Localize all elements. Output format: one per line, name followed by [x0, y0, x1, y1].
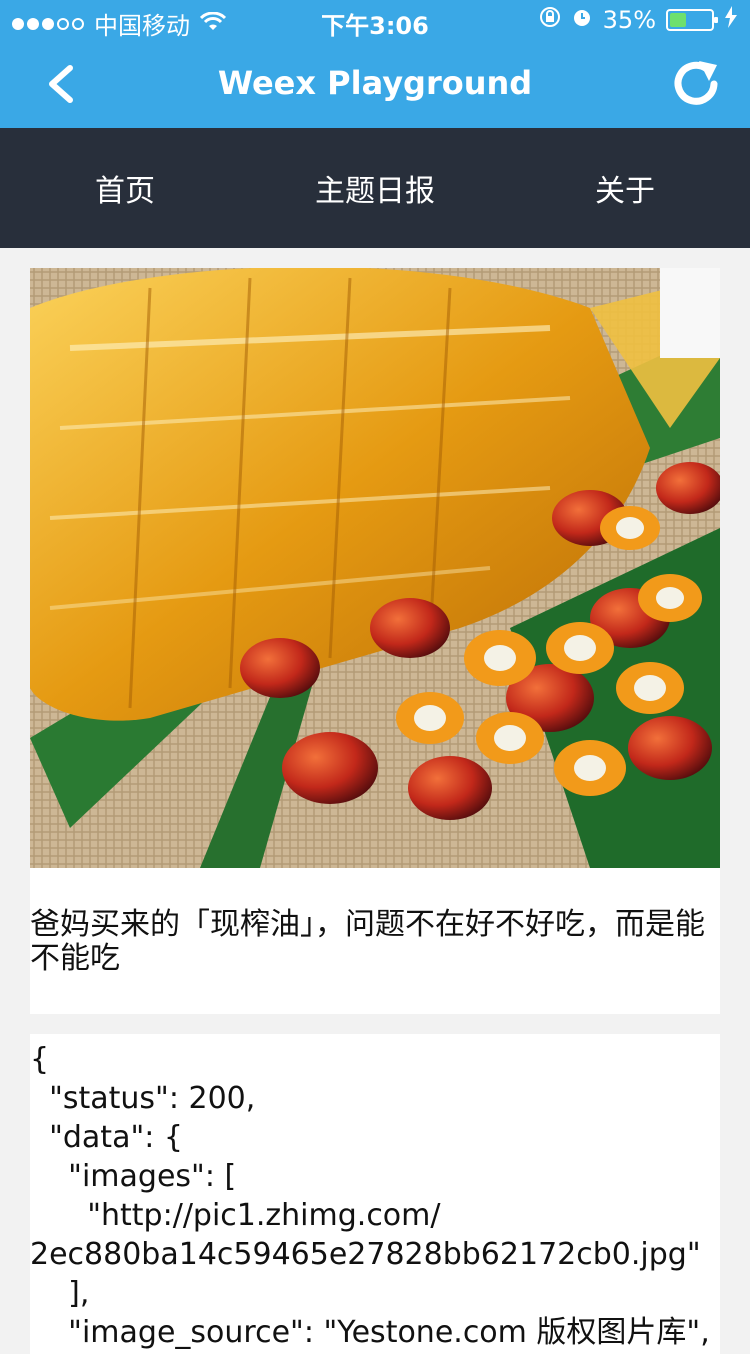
- tab-about[interactable]: 关于: [500, 128, 750, 248]
- tab-theme-daily[interactable]: 主题日报: [250, 128, 500, 248]
- alarm-icon: [571, 6, 593, 34]
- status-bar: 中国移动 下午3:06 35%: [0, 0, 750, 40]
- refresh-button[interactable]: [664, 52, 728, 116]
- json-response-text: { "status": 200, "data": { "images": [ "…: [30, 1042, 710, 1350]
- battery-icon: [666, 9, 718, 31]
- rotation-lock-icon: [539, 6, 561, 34]
- battery-percent: 35%: [602, 6, 656, 34]
- article-headline: 爸妈买来的「现榨油」，问题不在好不好吃，而是能不能吃: [30, 907, 705, 976]
- tab-home[interactable]: 首页: [0, 128, 250, 248]
- refresh-icon: [674, 61, 718, 105]
- tab-bar: 首页 主题日报 关于: [0, 128, 750, 248]
- status-right: 35%: [539, 6, 738, 34]
- article-card[interactable]: 爸妈买来的「现榨油」，问题不在好不好吃，而是能不能吃: [30, 268, 720, 1014]
- json-response-card: { "status": 200, "data": { "images": [ "…: [30, 1034, 720, 1354]
- nav-bar: Weex Playground: [0, 40, 750, 128]
- page-title: Weex Playground: [217, 64, 533, 102]
- charging-icon: [724, 6, 738, 34]
- article-image: [30, 268, 720, 868]
